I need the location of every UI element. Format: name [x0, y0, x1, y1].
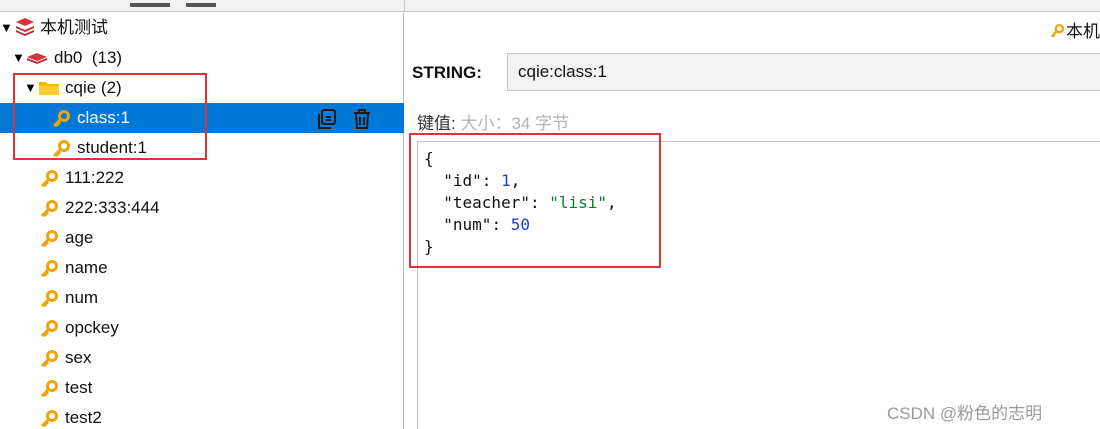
tree-key[interactable]: 222:333:444	[0, 193, 404, 223]
key-label: test2	[65, 408, 102, 427]
key-icon	[40, 170, 58, 188]
database-icon	[27, 53, 47, 64]
tree-node-connection[interactable]: ▼ 本机测试	[0, 13, 404, 43]
key-name-field[interactable]: cqie:class:1	[507, 53, 1100, 91]
redis-server-icon	[16, 18, 34, 36]
connection-label: 本机测试	[40, 18, 108, 37]
expand-arrow-icon[interactable]: ▼	[12, 43, 25, 73]
tree-key[interactable]: age	[0, 223, 404, 253]
key-label: sex	[65, 348, 92, 367]
watermark: CSDN @粉色的志明	[887, 404, 1043, 423]
delete-icon[interactable]	[351, 108, 373, 130]
window-top-strip	[0, 0, 1100, 12]
value-caption: 键值: 大小：34 字节	[417, 109, 569, 134]
key-icon	[40, 350, 58, 368]
key-icon	[1050, 24, 1064, 38]
tree-key[interactable]: name	[0, 253, 404, 283]
tree-key[interactable]: opckey	[0, 313, 404, 343]
key-label: 222:333:444	[65, 198, 160, 217]
key-label: num	[65, 288, 99, 307]
value-label: 键值:	[417, 114, 456, 133]
copy-icon[interactable]	[316, 108, 338, 130]
top-divider	[404, 0, 405, 12]
key-label: name	[65, 258, 108, 277]
expand-arrow-icon[interactable]: ▼	[0, 13, 13, 43]
key-label: test	[65, 378, 93, 397]
tree-key[interactable]: num	[0, 283, 404, 313]
key-label: opckey	[65, 318, 119, 337]
server-name: 本机	[1066, 22, 1100, 41]
tree-key[interactable]: sex	[0, 343, 404, 373]
key-icon	[40, 410, 58, 428]
key-icon	[40, 320, 58, 338]
server-tab-label[interactable]: 本机	[1050, 17, 1100, 42]
highlight-box-folder	[13, 73, 207, 160]
key-label: age	[65, 228, 94, 247]
key-type-label: STRING:	[412, 63, 482, 82]
key-label: 111:222	[65, 168, 124, 187]
tree-key[interactable]: test2	[0, 403, 404, 429]
row-actions	[316, 108, 381, 130]
key-icon	[40, 260, 58, 278]
db-label: db0	[54, 48, 83, 67]
tree-node-db0[interactable]: ▼ db0 (13)	[0, 43, 404, 73]
tree-key[interactable]: test	[0, 373, 404, 403]
key-icon	[40, 230, 58, 248]
db-key-count: (13)	[91, 48, 123, 67]
key-icon	[40, 200, 58, 218]
value-size: 大小：34 字节	[460, 114, 570, 133]
key-icon	[40, 290, 58, 308]
key-icon	[40, 380, 58, 398]
highlight-box-value	[409, 133, 661, 268]
clipped-tab-header	[130, 0, 250, 7]
tree-key[interactable]: 111:222	[0, 163, 404, 193]
